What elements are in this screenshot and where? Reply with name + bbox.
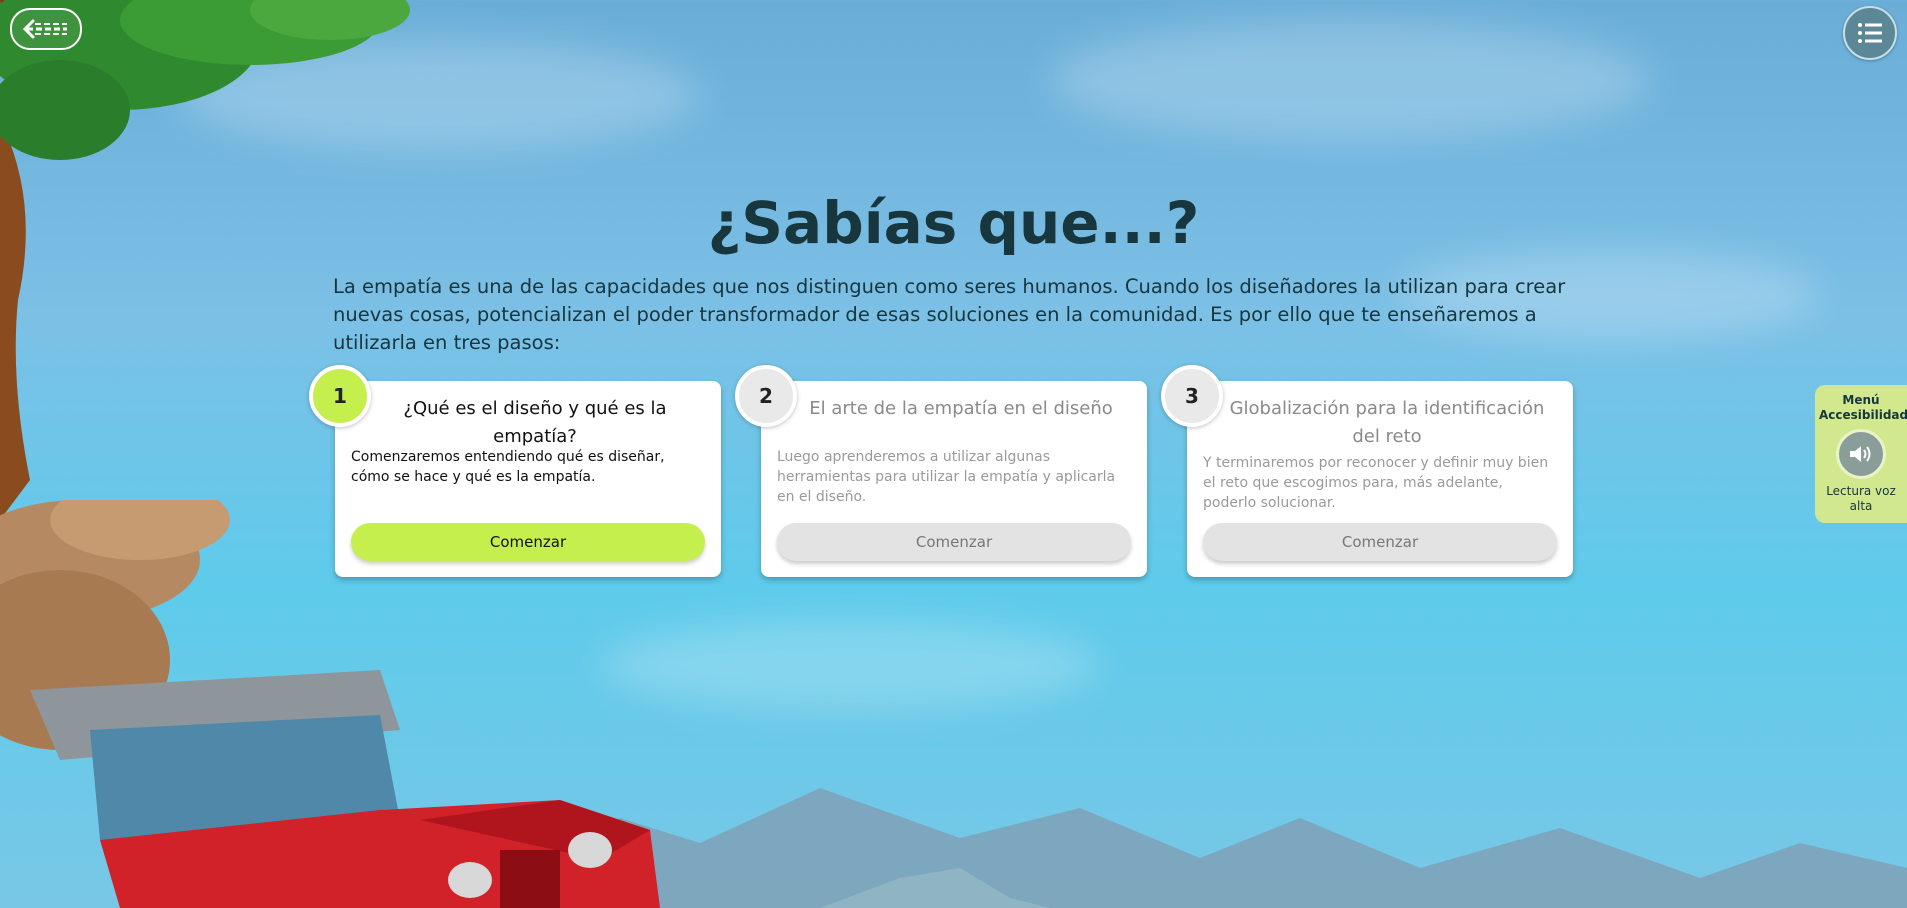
step-title: El arte de la empatía en el diseño: [809, 398, 1113, 419]
step-number: 3: [1161, 365, 1223, 427]
step-card-3: 3 Globalización para la identificación d…: [1161, 365, 1573, 577]
accessibility-title: Menú Accesibilidad: [1819, 393, 1907, 422]
speaker-icon: [1850, 446, 1871, 462]
step-title: ¿Qué es el diseño y qué es la empatía?: [403, 398, 667, 447]
intro-text: La empatía es una de las capacidades que…: [333, 275, 1566, 354]
step-number: 2: [735, 365, 797, 427]
step-title: Globalización para la identificación del…: [1229, 398, 1545, 447]
step-card-1: 1 ¿Qué es el diseño y qué es la empatía?…: [309, 365, 721, 577]
start-button[interactable]: Comenzar: [1203, 523, 1557, 561]
step-description: Luego aprenderemos a utilizar algunas he…: [777, 449, 1116, 505]
page-title: ¿Sabías que...?: [707, 189, 1200, 257]
read-aloud-label: Lectura voz alta: [1826, 484, 1896, 513]
step-description: Y terminaremos por reconocer y definir m…: [1203, 455, 1549, 511]
back-button[interactable]: [10, 8, 82, 50]
cloud: [1050, 20, 1650, 140]
accessibility-panel: Menú Accesibilidad Lectura voz alta: [1815, 385, 1907, 523]
arrow-left-icon: [23, 19, 67, 39]
start-button[interactable]: Comenzar: [351, 523, 705, 561]
list-menu-icon: [1858, 23, 1882, 43]
step-card-2: 2 El arte de la empatía en el diseño Lue…: [735, 365, 1147, 577]
read-aloud-button[interactable]: [1836, 429, 1886, 479]
step-number: 1: [309, 365, 371, 427]
menu-button[interactable]: [1843, 6, 1897, 60]
start-button[interactable]: Comenzar: [777, 523, 1131, 561]
step-description: Comenzaremos entendiendo qué es diseñar,…: [351, 449, 665, 485]
